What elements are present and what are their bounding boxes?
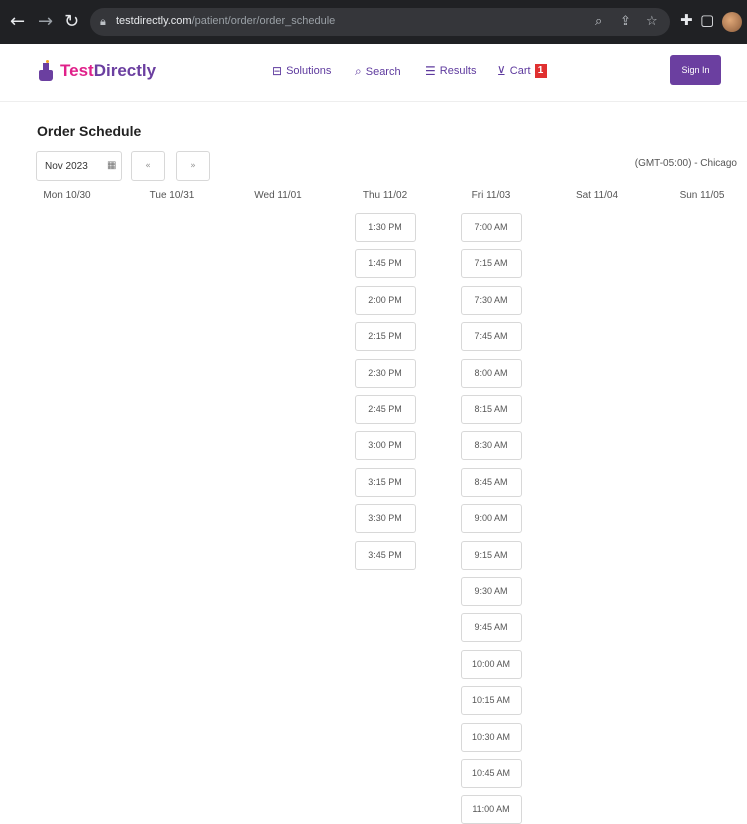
day-header: Sun 11/05 <box>679 190 725 201</box>
time-slot-button[interactable]: 1:30 PM <box>354 213 416 242</box>
time-slot-button[interactable]: 10:00 AM <box>460 649 522 679</box>
logo-text: TestDirectly <box>60 61 157 80</box>
time-slot-button[interactable]: 9:00 AM <box>460 504 522 534</box>
day-header: Wed 11/01 <box>254 190 302 201</box>
time-slot-button[interactable]: 8:45 AM <box>460 467 522 497</box>
time-slot-button[interactable]: 10:30 AM <box>460 722 522 752</box>
time-slot-button[interactable]: 7:15 AM <box>460 249 522 279</box>
time-slot-button[interactable]: 10:15 AM <box>460 686 522 716</box>
forward-arrow-icon[interactable]: → <box>38 11 53 33</box>
time-slot-button[interactable]: 3:45 PM <box>354 540 416 570</box>
cart-count-badge: 1 <box>534 64 547 78</box>
nav-label: Solutions <box>286 65 332 77</box>
time-slot-button[interactable]: 7:45 AM <box>460 322 522 352</box>
nav-label: Results <box>439 65 477 77</box>
back-arrow-icon[interactable]: ← <box>10 11 25 33</box>
sign-in-button[interactable]: Sign In <box>670 55 721 85</box>
time-slot-button[interactable]: 9:30 AM <box>460 577 522 606</box>
address-bar[interactable]: 🔒︎ testdirectly.com/patient/order/order_… <box>90 8 670 36</box>
time-slot-button[interactable]: 8:15 AM <box>460 395 522 424</box>
month-picker[interactable]: Nov 2023 ▦ <box>36 151 122 181</box>
results-icon: ☰ <box>425 64 436 78</box>
day-header: Fri 11/03 <box>471 190 511 201</box>
calendar-icon[interactable]: ▦ <box>107 160 116 171</box>
day-header: Tue 10/31 <box>149 190 195 201</box>
day-header: Sat 11/04 <box>575 190 619 201</box>
time-slot-button[interactable]: 10:45 AM <box>460 759 522 788</box>
prev-week-button[interactable]: « <box>131 151 165 181</box>
browser-toolbar: ← → ↻ 🔒︎ testdirectly.com/patient/order/… <box>0 0 747 44</box>
time-slot-button[interactable]: 9:15 AM <box>460 540 522 570</box>
time-slot-button[interactable]: 9:45 AM <box>460 613 522 643</box>
time-slot-button[interactable]: 3:00 PM <box>354 431 416 461</box>
logo[interactable]: TestDirectly <box>38 60 156 82</box>
page-title: Order Schedule <box>37 123 142 139</box>
briefcase-icon: ⊟ <box>272 64 283 78</box>
timezone-label: (GMT-05:00) - Chicago <box>634 158 737 169</box>
time-slot-button[interactable]: 8:00 AM <box>460 358 522 388</box>
month-value: Nov 2023 <box>45 161 88 172</box>
nav-label: Search <box>365 65 401 78</box>
side-panel-icon[interactable]: ▢ <box>700 11 714 29</box>
time-slot-button[interactable]: 3:15 PM <box>354 467 416 497</box>
time-slot-button[interactable]: 3:30 PM <box>354 504 416 534</box>
zoom-icon[interactable]: ⌕ <box>595 14 602 29</box>
time-slot-button[interactable]: 7:30 AM <box>460 285 522 315</box>
time-slot-button[interactable]: 2:00 PM <box>354 285 416 315</box>
share-icon[interactable]: ⇪ <box>620 14 631 29</box>
flask-icon <box>38 60 54 82</box>
url-text: testdirectly.com/patient/order/order_sch… <box>116 15 336 27</box>
cart-icon: ⊻ <box>497 64 506 78</box>
search-icon: ⌕ <box>355 64 362 78</box>
time-slot-button[interactable]: 11:00 AM <box>460 795 522 824</box>
next-week-button[interactable]: » <box>176 151 210 181</box>
extensions-icon[interactable]: ✚ <box>680 11 693 29</box>
nav-cart[interactable]: ⊻ Cart 1 <box>497 64 547 78</box>
time-slot-button[interactable]: 7:00 AM <box>460 213 522 242</box>
nav-results[interactable]: ☰ Results <box>425 64 476 78</box>
time-slot-button[interactable]: 2:45 PM <box>354 395 416 424</box>
site-header: TestDirectly ⊟ Solutions ⌕ Search ☰ Resu… <box>0 44 747 102</box>
nav-solutions[interactable]: ⊟ Solutions <box>272 64 331 78</box>
nav-search[interactable]: ⌕ Search <box>355 64 401 79</box>
day-header: Thu 11/02 <box>362 190 408 201</box>
nav-label: Cart <box>509 65 531 77</box>
time-slot-button[interactable]: 2:30 PM <box>354 358 416 388</box>
time-slot-button[interactable]: 8:30 AM <box>460 431 522 461</box>
lock-icon: 🔒︎ <box>100 15 106 28</box>
time-slot-button[interactable]: 1:45 PM <box>354 249 416 279</box>
reload-icon[interactable]: ↻ <box>64 11 79 33</box>
profile-avatar[interactable] <box>722 12 742 32</box>
day-header: Mon 10/30 <box>43 190 91 201</box>
time-slot-button[interactable]: 2:15 PM <box>354 322 416 352</box>
bookmark-star-icon[interactable]: ☆ <box>646 14 658 29</box>
